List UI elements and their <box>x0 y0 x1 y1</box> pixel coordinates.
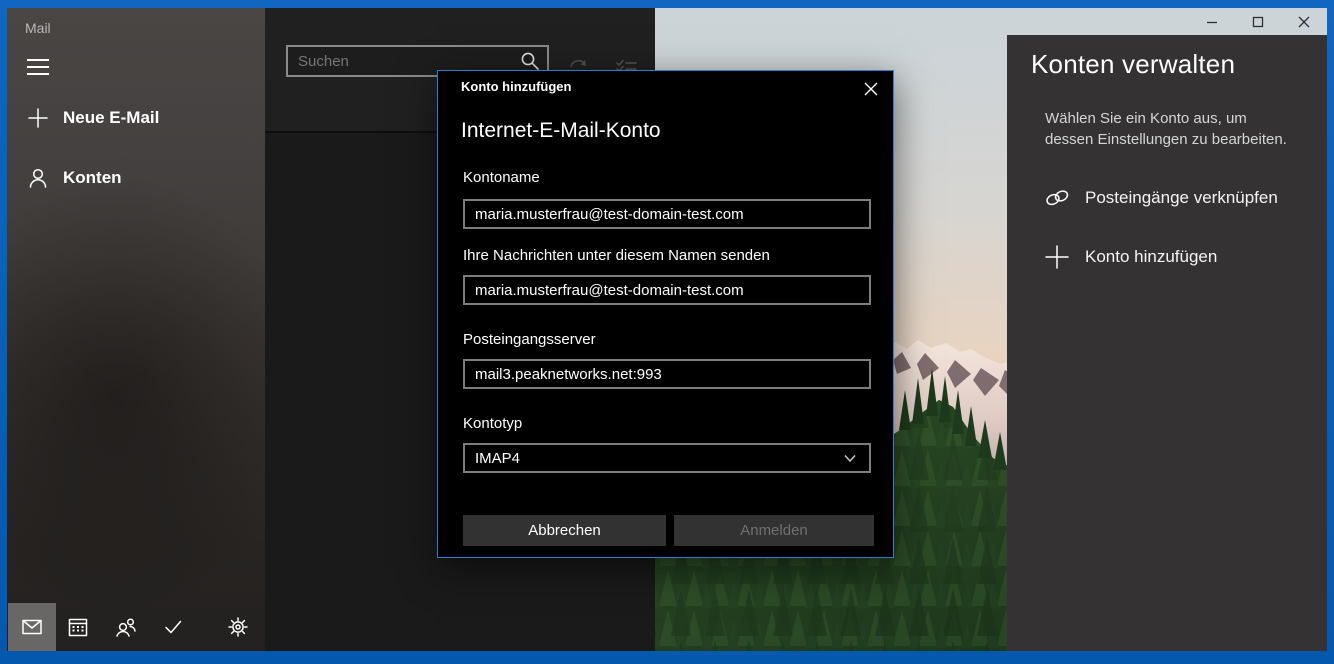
link-inboxes-item[interactable]: Posteingänge verknüpfen <box>1007 176 1327 220</box>
signin-button[interactable]: Anmelden <box>674 515 874 546</box>
accounts-label: Konten <box>63 168 122 188</box>
close-icon <box>1298 16 1310 28</box>
send-name-input[interactable] <box>463 275 871 305</box>
people-icon <box>114 616 138 638</box>
minimize-button[interactable] <box>1189 8 1235 35</box>
cancel-button[interactable]: Abbrechen <box>463 515 666 546</box>
plus-icon <box>1043 243 1071 271</box>
account-name-input[interactable] <box>463 199 871 229</box>
incoming-server-label: Posteingangsserver <box>463 331 596 348</box>
account-name-label: Kontoname <box>463 169 540 186</box>
bottom-navigation <box>7 603 265 651</box>
mail-app-window: Mail Neue E-Mail Konten <box>7 8 1327 651</box>
account-type-label: Kontotyp <box>463 415 522 432</box>
dialog-title: Konto hinzufügen <box>461 79 571 94</box>
add-account-dialog: Konto hinzufügen Internet-E-Mail-Konto K… <box>437 70 894 558</box>
new-mail-button[interactable]: Neue E-Mail <box>7 100 265 136</box>
window-caption-controls <box>1189 8 1327 35</box>
add-account-label: Konto hinzufügen <box>1085 247 1217 267</box>
search-icon[interactable] <box>519 50 541 72</box>
panel-title: Konten verwalten <box>1031 49 1327 80</box>
settings-gear-icon <box>226 615 250 639</box>
search-input[interactable] <box>288 53 519 70</box>
incoming-server-input[interactable] <box>463 359 871 389</box>
sidebar-item-accounts[interactable]: Konten <box>7 160 265 196</box>
nav-calendar-button[interactable] <box>54 603 102 651</box>
manage-accounts-panel: Konten verwalten Wählen Sie ein Konto au… <box>1007 35 1327 651</box>
nav-mail-button[interactable] <box>8 603 56 651</box>
account-type-select[interactable]: IMAP4 <box>463 443 871 473</box>
chevron-down-icon <box>839 447 861 469</box>
hamburger-menu-button[interactable] <box>27 59 49 77</box>
minimize-icon <box>1206 16 1218 28</box>
dialog-close-button[interactable] <box>861 79 881 99</box>
send-name-label: Ihre Nachrichten unter diesem Namen send… <box>463 247 770 264</box>
new-mail-label: Neue E-Mail <box>63 108 159 128</box>
todo-check-icon <box>162 616 184 638</box>
person-icon <box>27 167 49 189</box>
sidebar: Mail Neue E-Mail Konten <box>7 8 265 651</box>
link-inboxes-icon <box>1043 184 1071 212</box>
plus-icon <box>27 107 49 129</box>
nav-settings-button[interactable] <box>214 603 262 651</box>
calendar-icon <box>67 616 89 638</box>
dialog-heading: Internet-E-Mail-Konto <box>461 119 661 143</box>
add-account-item[interactable]: Konto hinzufügen <box>1007 235 1327 279</box>
account-type-value: IMAP4 <box>465 450 839 467</box>
nav-todo-button[interactable] <box>149 603 197 651</box>
panel-description: Wählen Sie ein Konto aus, um dessen Eins… <box>1045 108 1297 150</box>
maximize-button[interactable] <box>1235 8 1281 35</box>
maximize-icon <box>1252 16 1264 28</box>
app-title: Mail <box>25 20 51 36</box>
mail-icon <box>21 616 43 638</box>
nav-people-button[interactable] <box>102 603 150 651</box>
close-window-button[interactable] <box>1281 8 1327 35</box>
link-inboxes-label: Posteingänge verknüpfen <box>1085 188 1278 208</box>
